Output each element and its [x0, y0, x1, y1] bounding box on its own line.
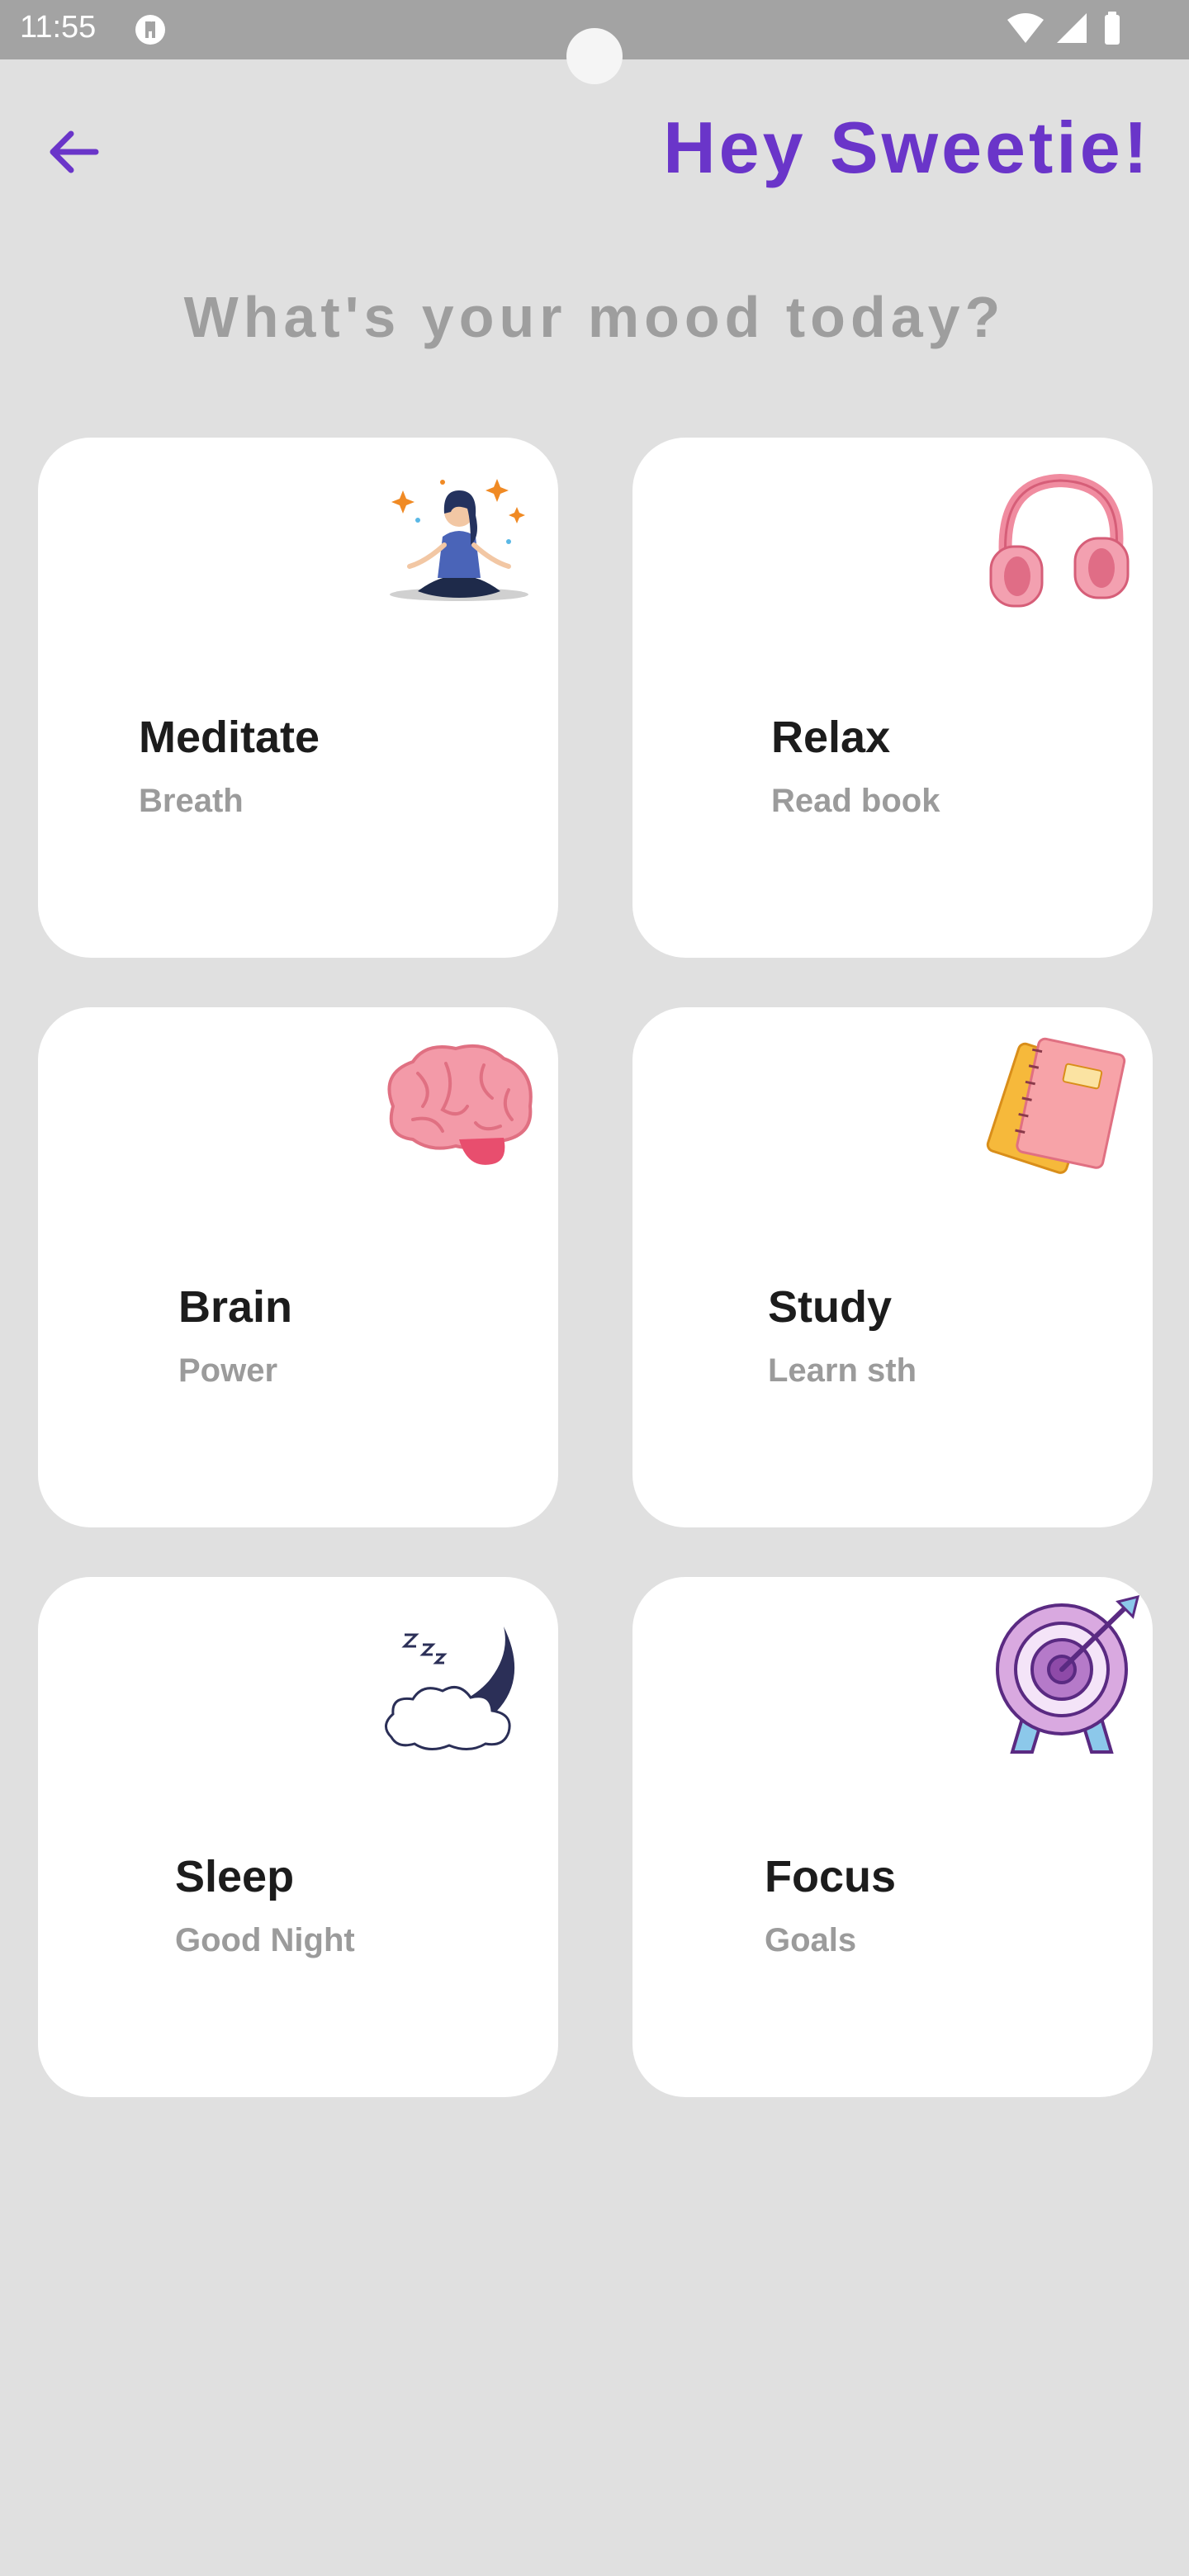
camera-notch — [566, 28, 623, 84]
signal-icon — [1057, 13, 1087, 43]
card-title: Sleep — [175, 1852, 295, 1901]
status-time: 11:55 — [20, 10, 97, 45]
moon-icon — [385, 1627, 515, 1750]
headphones-icon — [989, 473, 1130, 608]
mood-question: What's your mood today? — [183, 285, 1006, 349]
card-title: Brain — [178, 1282, 293, 1332]
meditation-icon — [390, 479, 528, 601]
status-icons — [1006, 12, 1171, 48]
mood-card-meditate[interactable]: Meditate Breath — [38, 438, 558, 958]
mood-card-sleep[interactable]: Sleep Good Night — [38, 1577, 558, 2097]
card-title: Study — [768, 1282, 893, 1332]
notebook-icon — [986, 1037, 1126, 1174]
target-icon — [996, 1594, 1140, 1754]
arrow-left-icon — [50, 130, 99, 173]
mood-card-relax[interactable]: Relax Read book — [632, 438, 1153, 958]
mood-card-brain[interactable]: Brain Power — [38, 1007, 558, 1527]
status-right-icons — [1007, 12, 1120, 45]
back-button[interactable] — [43, 121, 106, 183]
mood-card-focus[interactable]: Focus Goals — [632, 1577, 1153, 2097]
card-title: Focus — [765, 1852, 897, 1901]
card-subtitle: Goals — [765, 1922, 857, 1958]
card-title: Relax — [771, 713, 891, 762]
card-subtitle: Power — [178, 1352, 278, 1389]
app-notification-icon — [135, 15, 165, 45]
card-subtitle: Read book — [771, 783, 940, 819]
page-title: Hey Sweetie! — [663, 107, 1151, 188]
card-subtitle: Breath — [139, 783, 244, 819]
card-title: Meditate — [139, 713, 320, 762]
card-subtitle: Good Night — [175, 1922, 355, 1958]
mood-card-study[interactable]: Study Learn sth — [632, 1007, 1153, 1527]
wifi-icon — [1007, 13, 1044, 43]
battery-icon — [1105, 12, 1120, 45]
brain-icon — [387, 1044, 533, 1165]
card-subtitle: Learn sth — [768, 1352, 917, 1389]
